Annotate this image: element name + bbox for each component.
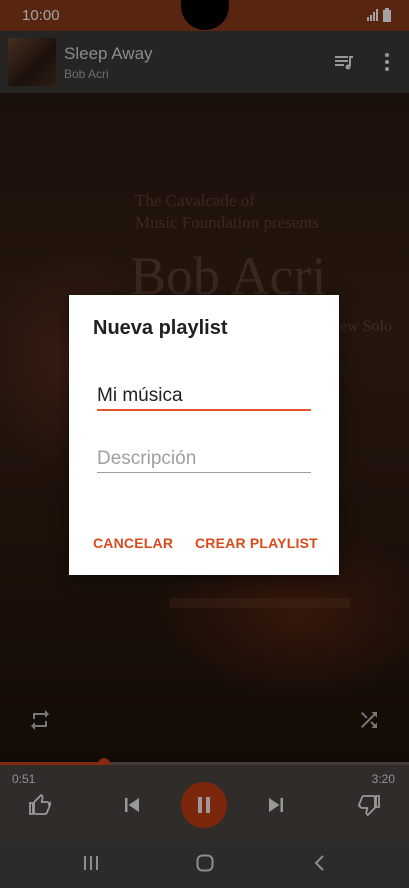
playlist-description-input[interactable] [97,446,311,473]
dialog-title: Nueva playlist [93,317,228,339]
new-playlist-dialog: Nueva playlist CANCELAR CREAR PLAYLIST [69,295,339,575]
cancel-button[interactable]: CANCELAR [93,535,173,551]
create-playlist-button[interactable]: CREAR PLAYLIST [195,535,318,551]
playlist-name-input[interactable] [97,383,311,411]
